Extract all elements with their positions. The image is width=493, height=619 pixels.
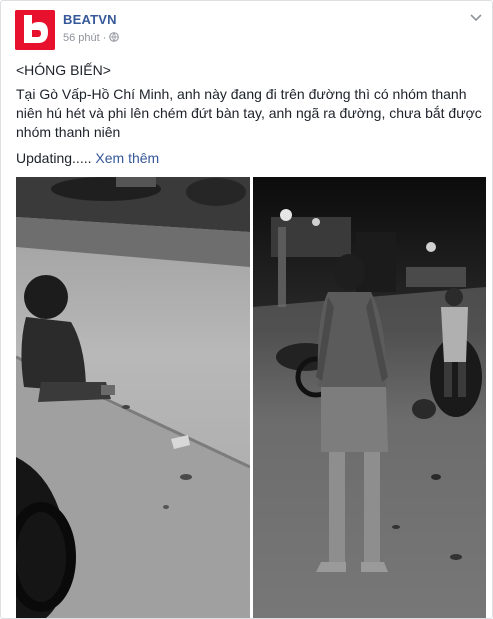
post-updating: Updating..... Xem thêm xyxy=(16,149,486,168)
updating-text: Updating..... xyxy=(16,150,92,166)
right-photo xyxy=(253,177,486,618)
post-card: BEATVN 56 phút · <HÓNG BIẾN> Tại Gò Vấp-H… xyxy=(0,0,493,619)
meta-separator: · xyxy=(102,32,107,44)
photo-collage xyxy=(16,177,486,618)
post-tag: <HÓNG BIẾN> xyxy=(16,62,111,78)
post-body: Tại Gò Vấp-Hồ Chí Minh, anh này đang đi … xyxy=(16,86,482,140)
post-header: BEATVN 56 phút · xyxy=(15,10,485,50)
post-meta: 56 phút · xyxy=(63,32,120,44)
post-timestamp[interactable]: 56 phút xyxy=(63,32,100,44)
photo-divider xyxy=(250,177,253,618)
globe-icon[interactable] xyxy=(109,32,120,42)
page-avatar[interactable] xyxy=(15,10,55,50)
page-name-link[interactable]: BEATVN xyxy=(63,12,117,27)
see-more-link[interactable]: Xem thêm xyxy=(95,150,159,166)
left-photo xyxy=(16,177,251,618)
post-photo[interactable] xyxy=(16,177,486,618)
beatvn-logo-icon xyxy=(15,10,55,50)
chevron-down-icon[interactable] xyxy=(469,12,483,22)
